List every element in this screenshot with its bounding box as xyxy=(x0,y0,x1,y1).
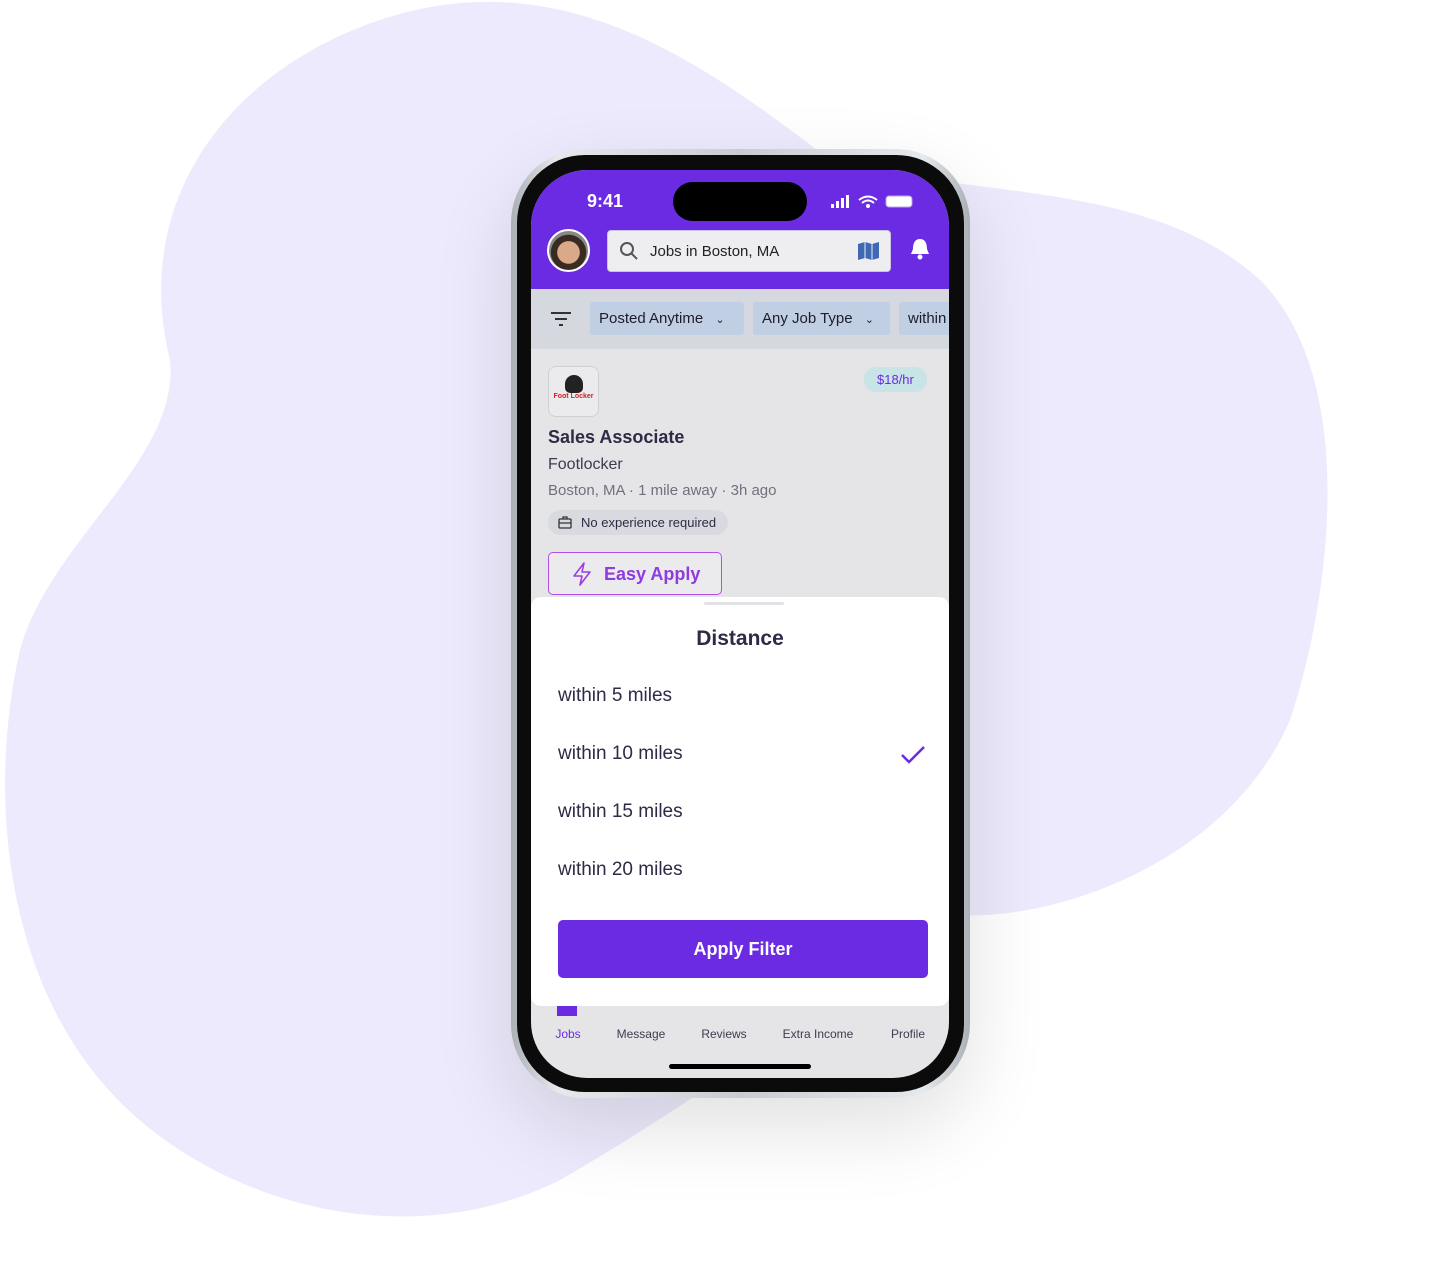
sheet-handle[interactable] xyxy=(704,602,784,605)
job-title[interactable]: Sales Associate xyxy=(548,427,684,448)
tab-reviews[interactable]: Reviews xyxy=(679,1027,769,1041)
search-icon xyxy=(620,242,638,260)
pay-badge: $18/hr xyxy=(864,367,927,392)
phone-screen: 9:41 Jobs in Boston, MA Posted Anytime ⌄… xyxy=(531,170,949,1078)
company-logo: Foot Locker xyxy=(548,366,599,417)
apply-filter-button[interactable]: Apply Filter xyxy=(558,920,928,978)
dynamic-island xyxy=(673,182,807,221)
easy-apply-button[interactable]: Easy Apply xyxy=(548,552,722,595)
company-name: Footlocker xyxy=(548,456,623,473)
filter-bar: Posted Anytime ⌄ Any Job Type ⌄ within xyxy=(531,289,949,349)
search-text: Jobs in Boston, MA xyxy=(650,243,780,260)
tab-extra-income[interactable]: Extra Income xyxy=(773,1027,863,1041)
option-10-miles[interactable]: within 10 miles xyxy=(558,743,683,765)
status-time: 9:41 xyxy=(587,191,624,211)
chevron-down-icon: ⌄ xyxy=(715,314,725,326)
map-icon[interactable] xyxy=(857,241,881,261)
home-indicator xyxy=(669,1064,811,1069)
tab-profile[interactable]: Profile xyxy=(863,1027,949,1041)
jobs-tab-icon xyxy=(557,1006,577,1016)
tab-message[interactable]: Message xyxy=(596,1027,686,1041)
bell-icon[interactable] xyxy=(909,237,931,261)
option-20-miles[interactable]: within 20 miles xyxy=(558,859,683,881)
search-input[interactable]: Jobs in Boston, MA xyxy=(607,230,891,272)
job-meta: Boston, MA · 1 mile away · 3h ago xyxy=(548,482,777,499)
lightning-icon xyxy=(573,562,591,586)
sheet-title: Distance xyxy=(696,627,784,650)
filter-icon[interactable] xyxy=(550,310,572,328)
status-icons xyxy=(831,195,913,208)
app-header: 9:41 Jobs in Boston, MA xyxy=(531,170,949,289)
avatar[interactable] xyxy=(547,229,590,272)
option-15-miles[interactable]: within 15 miles xyxy=(558,801,683,823)
option-5-miles[interactable]: within 5 miles xyxy=(558,685,672,707)
filter-chip-posted[interactable]: Posted Anytime ⌄ xyxy=(590,302,744,335)
filter-chip-job-type[interactable]: Any Job Type ⌄ xyxy=(753,302,890,335)
chevron-down-icon: ⌄ xyxy=(864,314,875,326)
distance-sheet: Distance within 5 miles within 10 miles … xyxy=(531,597,949,1006)
filter-chip-distance[interactable]: within xyxy=(899,302,949,335)
checkmark-icon xyxy=(901,746,925,764)
briefcase-icon xyxy=(558,516,572,529)
experience-tag: No experience required xyxy=(548,510,729,535)
